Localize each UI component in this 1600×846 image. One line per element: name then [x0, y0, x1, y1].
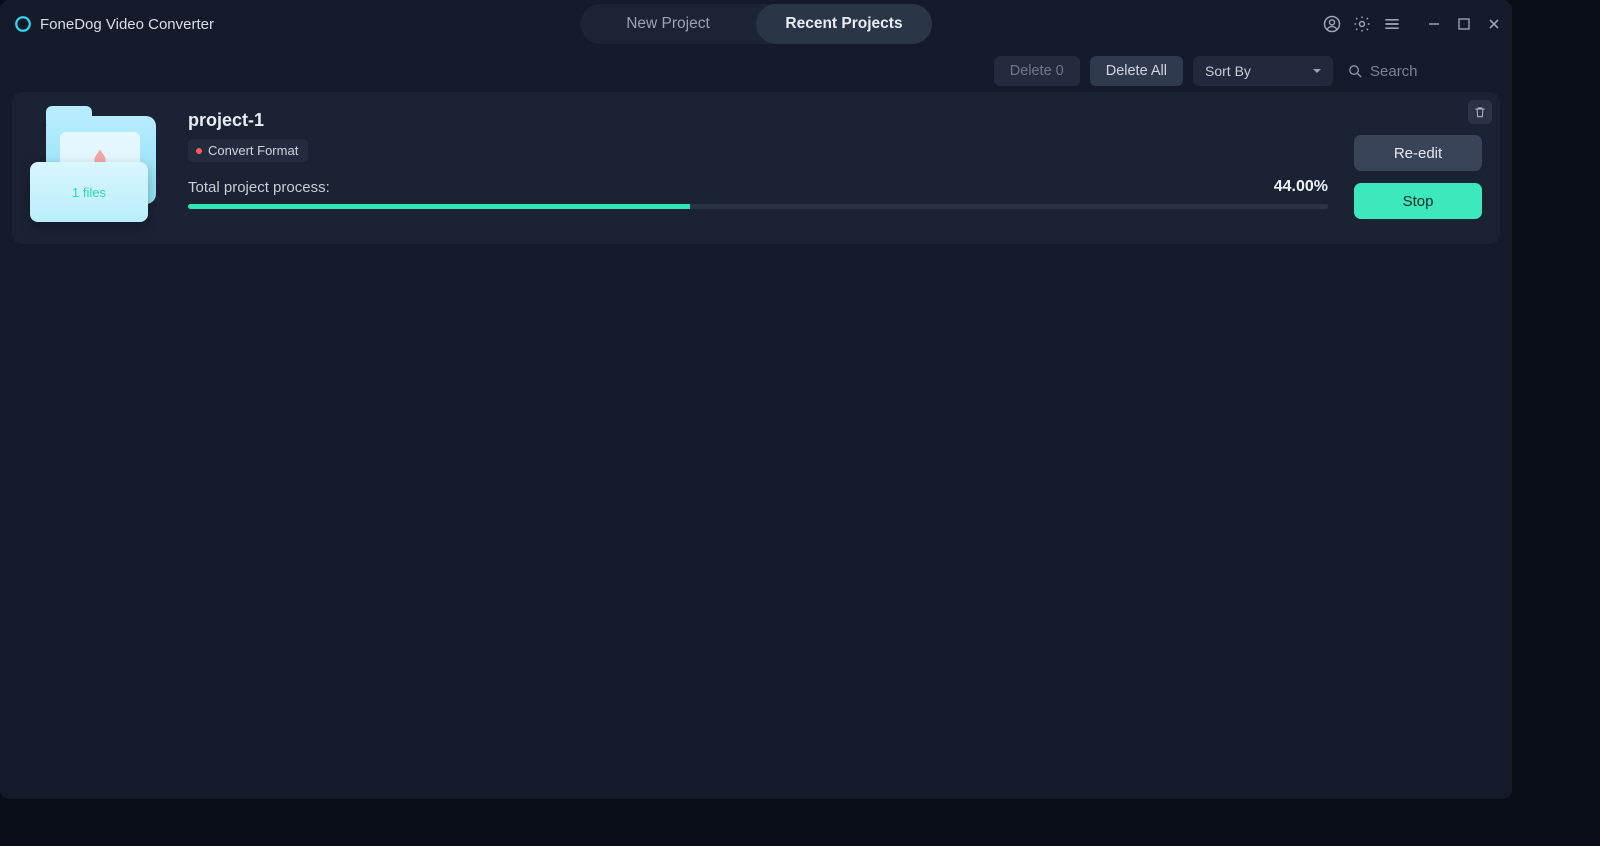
tab-label: Recent Projects — [785, 15, 902, 33]
button-label: Delete All — [1106, 63, 1167, 79]
search-input[interactable] — [1370, 63, 1500, 80]
progress-label: Total project process: — [188, 179, 330, 196]
trash-icon — [1473, 105, 1487, 119]
button-label: Delete 0 — [1010, 63, 1064, 79]
title-actions — [1322, 14, 1502, 34]
title-bar: FoneDog Video Converter New Project Rece… — [0, 0, 1512, 48]
window-controls — [1426, 16, 1502, 32]
sort-by-select[interactable]: Sort By — [1193, 56, 1333, 86]
account-icon[interactable] — [1322, 14, 1342, 34]
delete-all-button[interactable]: Delete All — [1090, 56, 1183, 86]
chevron-down-icon — [1311, 65, 1323, 77]
app-window: FoneDog Video Converter New Project Rece… — [0, 0, 1512, 799]
button-label: Re-edit — [1394, 145, 1442, 162]
project-list: 1 files project-1 Convert Format Total p… — [0, 92, 1512, 244]
tab-new-project[interactable]: New Project — [580, 4, 756, 44]
toolbar: Delete 0 Delete All Sort By — [0, 50, 1512, 92]
minimize-icon[interactable] — [1426, 16, 1442, 32]
progress-bar — [188, 204, 1328, 209]
progress-value: 44.00% — [1274, 178, 1328, 196]
stop-button[interactable]: Stop — [1354, 183, 1482, 219]
project-title: project-1 — [188, 110, 1328, 131]
sort-by-label: Sort By — [1205, 63, 1251, 79]
tab-label: New Project — [626, 15, 710, 33]
project-tag: Convert Format — [188, 139, 308, 162]
app-brand: FoneDog Video Converter — [10, 15, 214, 33]
tab-recent-projects[interactable]: Recent Projects — [756, 4, 932, 44]
project-actions: Re-edit Stop — [1354, 124, 1482, 230]
project-thumbnail: 1 files — [30, 114, 162, 230]
button-label: Stop — [1403, 193, 1434, 210]
search-field[interactable] — [1347, 63, 1500, 80]
maximize-icon[interactable] — [1456, 16, 1472, 32]
app-logo-icon — [14, 15, 32, 33]
project-tag-label: Convert Format — [208, 143, 298, 158]
close-icon[interactable] — [1486, 16, 1502, 32]
menu-icon[interactable] — [1382, 14, 1402, 34]
delete-project-button[interactable] — [1468, 100, 1492, 124]
search-icon — [1347, 63, 1364, 80]
project-body: project-1 Convert Format Total project p… — [188, 110, 1328, 230]
app-title: FoneDog Video Converter — [40, 16, 214, 33]
project-card: 1 files project-1 Convert Format Total p… — [12, 92, 1500, 244]
progress-fill — [188, 204, 690, 209]
progress-row: Total project process: 44.00% — [188, 178, 1328, 196]
gear-icon[interactable] — [1352, 14, 1372, 34]
status-dot-icon — [196, 148, 202, 154]
tabs-switch: New Project Recent Projects — [580, 4, 932, 44]
delete-count-button[interactable]: Delete 0 — [994, 56, 1080, 86]
files-count-label: 1 files — [72, 185, 106, 200]
reedit-button[interactable]: Re-edit — [1354, 135, 1482, 171]
